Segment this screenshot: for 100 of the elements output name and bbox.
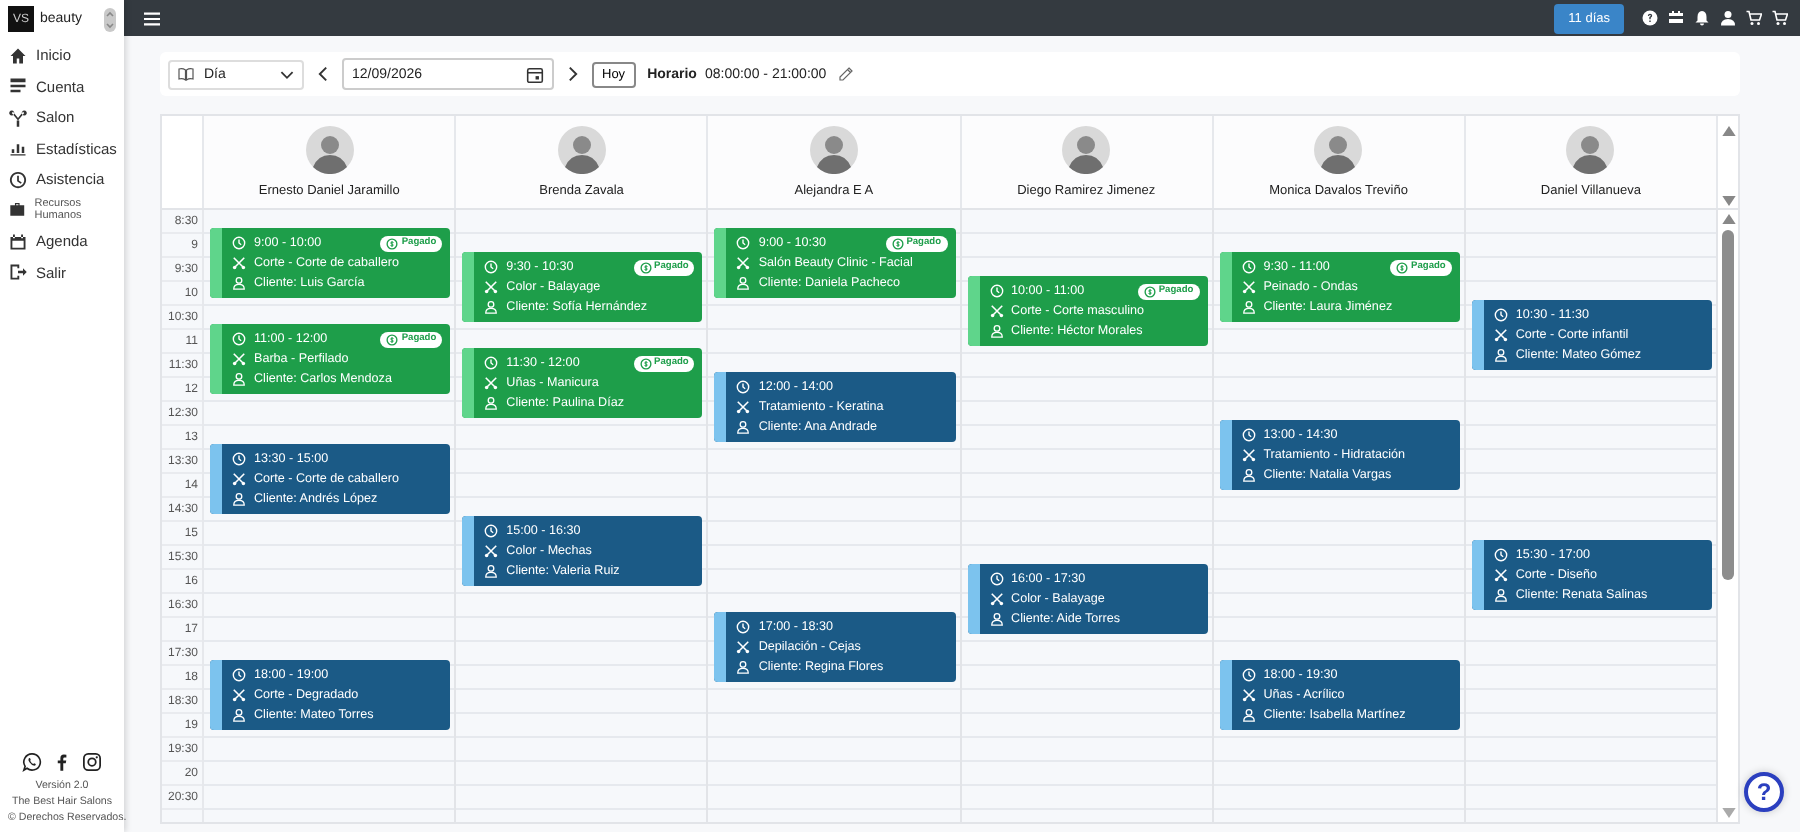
clock-icon	[989, 572, 1004, 586]
scissors-icon	[1493, 568, 1508, 582]
sliders-icon[interactable]	[1668, 10, 1684, 26]
scrollbar[interactable]	[1718, 210, 1739, 822]
scissors-icon	[989, 592, 1004, 606]
avatar	[557, 126, 606, 174]
status-stripe	[1219, 252, 1232, 322]
user-icon	[736, 420, 751, 434]
scissors-icon	[484, 376, 499, 390]
help-button[interactable]: ?	[1744, 772, 1784, 812]
clock-icon	[484, 260, 499, 274]
facebook-icon[interactable]	[52, 752, 72, 772]
scissors-icon	[484, 544, 499, 558]
clock-icon	[1241, 668, 1256, 682]
clock-icon	[8, 169, 28, 190]
status-stripe	[1219, 420, 1232, 490]
user-icon[interactable]	[1720, 10, 1736, 26]
user-icon	[736, 276, 751, 290]
scroll-up-icon[interactable]	[1721, 126, 1736, 136]
chevron-down-icon	[280, 69, 294, 79]
scissors-icon	[989, 304, 1004, 318]
calendar-icon	[8, 231, 28, 252]
coin-icon	[1396, 261, 1409, 273]
book-icon	[178, 66, 194, 82]
status-stripe	[210, 228, 222, 298]
status-stripe	[462, 348, 475, 418]
status-stripe	[210, 660, 222, 730]
scissors-icon	[1493, 328, 1508, 342]
status-stripe	[210, 444, 222, 514]
scissors-icon	[736, 400, 751, 414]
avatar	[1314, 126, 1363, 174]
status-stripe	[462, 252, 475, 322]
clock-icon	[1493, 548, 1508, 562]
bar-chart-icon	[8, 138, 28, 159]
status-stripe	[714, 228, 727, 298]
clock-icon	[232, 452, 246, 466]
avatar	[305, 126, 354, 174]
user-icon	[1241, 468, 1256, 482]
user-icon	[1493, 348, 1508, 362]
scroll-handle-icon[interactable]	[104, 7, 116, 31]
user-icon	[232, 372, 246, 386]
scissors-icon	[1241, 280, 1256, 294]
clock-icon	[736, 380, 751, 394]
exit-icon	[8, 262, 28, 283]
status-stripe	[967, 276, 980, 346]
status-stripe	[210, 324, 222, 394]
scroll-down-icon[interactable]	[1721, 196, 1736, 206]
calendar-icon	[526, 65, 544, 83]
clock-icon	[484, 356, 499, 370]
scissors-icon	[736, 256, 751, 270]
clock-icon	[484, 524, 499, 538]
coin-icon	[1143, 285, 1156, 297]
scissors-icon	[484, 280, 499, 294]
coin-icon	[386, 333, 399, 345]
bell-icon[interactable]	[1694, 10, 1710, 26]
help-icon[interactable]	[1642, 10, 1658, 26]
house-icon	[8, 45, 28, 66]
clock-icon	[232, 236, 246, 250]
user-icon	[232, 708, 246, 722]
scissors-icon	[736, 640, 751, 654]
clock-icon	[232, 332, 246, 346]
next-icon[interactable]	[568, 66, 578, 82]
briefcase-icon	[8, 200, 27, 221]
cart-icon[interactable]	[1746, 10, 1762, 26]
avatar	[809, 126, 858, 174]
scissors-icon	[232, 688, 246, 702]
user-icon	[484, 564, 499, 578]
status-stripe	[714, 372, 727, 442]
user-icon	[484, 300, 499, 314]
clock-icon	[989, 284, 1004, 298]
status-stripe	[714, 612, 727, 682]
user-icon	[484, 396, 499, 410]
user-icon	[989, 612, 1004, 626]
user-icon	[232, 492, 246, 506]
status-stripe	[1219, 660, 1232, 730]
cart-icon[interactable]	[1772, 10, 1788, 26]
user-icon	[1493, 588, 1508, 602]
clock-icon	[1241, 428, 1256, 442]
status-stripe	[967, 564, 980, 634]
avatar	[1062, 126, 1111, 174]
clock-icon	[232, 668, 246, 682]
status-stripe	[1471, 300, 1484, 370]
list-icon	[8, 76, 28, 97]
coin-icon	[386, 237, 399, 249]
clock-icon	[1493, 308, 1508, 322]
pencil-icon[interactable]	[838, 66, 855, 82]
avatar	[1566, 126, 1615, 174]
whatsapp-icon[interactable]	[22, 752, 42, 772]
clock-icon	[1241, 260, 1256, 274]
instagram-icon[interactable]	[82, 752, 102, 772]
coin-icon	[891, 237, 904, 249]
scroll-up-icon[interactable]	[1721, 214, 1736, 224]
scissors-icon	[232, 472, 246, 486]
user-icon	[989, 324, 1004, 338]
previous-icon[interactable]	[318, 66, 328, 82]
user-icon	[232, 276, 246, 290]
clock-icon	[736, 236, 751, 250]
status-stripe	[462, 516, 475, 586]
status-stripe	[1471, 540, 1484, 610]
menu-icon[interactable]	[144, 11, 160, 25]
